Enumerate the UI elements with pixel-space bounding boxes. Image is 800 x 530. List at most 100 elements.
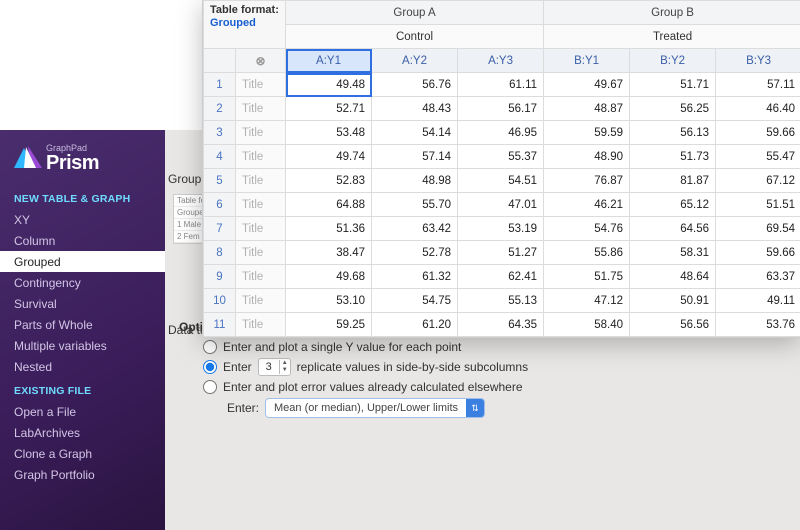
row-number[interactable]: 11: [204, 313, 236, 337]
group-name-a[interactable]: Control: [286, 25, 544, 49]
clear-row-icon[interactable]: ⊗: [236, 49, 286, 73]
row-title[interactable]: Title: [236, 289, 286, 313]
row-number[interactable]: 9: [204, 265, 236, 289]
data-cell[interactable]: 54.76: [544, 217, 630, 241]
data-cell[interactable]: 56.76: [372, 73, 458, 97]
data-cell[interactable]: 55.70: [372, 193, 458, 217]
row-number[interactable]: 8: [204, 241, 236, 265]
radio-error-values[interactable]: [203, 380, 217, 394]
data-cell[interactable]: 56.25: [630, 97, 716, 121]
data-cell[interactable]: 48.87: [544, 97, 630, 121]
data-cell[interactable]: 55.37: [458, 145, 544, 169]
option-replicates[interactable]: Enter 3 ▲▼ replicate values in side-by-s…: [203, 358, 786, 376]
nav-item-nested[interactable]: Nested: [0, 356, 165, 377]
row-title[interactable]: Title: [236, 169, 286, 193]
radio-replicates[interactable]: [203, 360, 217, 374]
data-cell[interactable]: 56.56: [630, 313, 716, 337]
row-title[interactable]: Title: [236, 313, 286, 337]
row-number[interactable]: 1: [204, 73, 236, 97]
data-cell[interactable]: 51.27: [458, 241, 544, 265]
data-cell[interactable]: 81.87: [630, 169, 716, 193]
row-title[interactable]: Title: [236, 73, 286, 97]
row-number[interactable]: 3: [204, 121, 236, 145]
data-cell[interactable]: 49.67: [544, 73, 630, 97]
row-title[interactable]: Title: [236, 241, 286, 265]
data-cell[interactable]: 49.74: [286, 145, 372, 169]
data-cell[interactable]: 59.66: [716, 241, 800, 265]
data-cell[interactable]: 49.68: [286, 265, 372, 289]
nav-item-survival[interactable]: Survival: [0, 293, 165, 314]
data-cell[interactable]: 56.13: [630, 121, 716, 145]
radio-single-y[interactable]: [203, 340, 217, 354]
combo-arrows-icon[interactable]: ⇅: [466, 399, 484, 417]
data-cell[interactable]: 62.41: [458, 265, 544, 289]
column-header-b-y1[interactable]: B:Y1: [544, 49, 630, 73]
data-cell[interactable]: 59.66: [716, 121, 800, 145]
row-number[interactable]: 10: [204, 289, 236, 313]
data-cell[interactable]: 69.54: [716, 217, 800, 241]
data-cell[interactable]: 61.20: [372, 313, 458, 337]
data-cell[interactable]: 51.75: [544, 265, 630, 289]
row-number[interactable]: 5: [204, 169, 236, 193]
data-cell[interactable]: 57.14: [372, 145, 458, 169]
column-header-b-y2[interactable]: B:Y2: [630, 49, 716, 73]
data-cell[interactable]: 61.11: [458, 73, 544, 97]
data-cell[interactable]: 63.42: [372, 217, 458, 241]
data-cell[interactable]: 59.25: [286, 313, 372, 337]
data-cell[interactable]: 65.12: [630, 193, 716, 217]
row-title[interactable]: Title: [236, 217, 286, 241]
stepper-arrows-icon[interactable]: ▲▼: [279, 360, 290, 374]
data-cell[interactable]: 56.17: [458, 97, 544, 121]
data-cell[interactable]: 55.13: [458, 289, 544, 313]
group-name-b[interactable]: Treated: [544, 25, 800, 49]
data-cell[interactable]: 48.64: [630, 265, 716, 289]
data-cell[interactable]: 67.12: [716, 169, 800, 193]
data-cell[interactable]: 64.88: [286, 193, 372, 217]
data-cell[interactable]: 51.73: [630, 145, 716, 169]
data-cell[interactable]: 50.91: [630, 289, 716, 313]
row-number[interactable]: 4: [204, 145, 236, 169]
row-title[interactable]: Title: [236, 265, 286, 289]
row-title[interactable]: Title: [236, 145, 286, 169]
data-cell[interactable]: 52.71: [286, 97, 372, 121]
table-format-link[interactable]: Grouped: [210, 17, 256, 29]
row-number[interactable]: 6: [204, 193, 236, 217]
data-cell[interactable]: 64.56: [630, 217, 716, 241]
data-cell[interactable]: 46.40: [716, 97, 800, 121]
data-cell[interactable]: 61.32: [372, 265, 458, 289]
data-cell[interactable]: 58.31: [630, 241, 716, 265]
data-cell[interactable]: 58.40: [544, 313, 630, 337]
option-error-values[interactable]: Enter and plot error values already calc…: [203, 380, 786, 394]
data-cell[interactable]: 76.87: [544, 169, 630, 193]
nav-item-xy[interactable]: XY: [0, 209, 165, 230]
group-header-b[interactable]: Group B: [544, 1, 800, 25]
data-cell[interactable]: 55.47: [716, 145, 800, 169]
nav-item-multiple-variables[interactable]: Multiple variables: [0, 335, 165, 356]
row-title[interactable]: Title: [236, 193, 286, 217]
data-cell[interactable]: 53.48: [286, 121, 372, 145]
nav-item-contingency[interactable]: Contingency: [0, 272, 165, 293]
data-cell[interactable]: 48.90: [544, 145, 630, 169]
data-cell[interactable]: 49.48: [286, 73, 372, 97]
nav-item-parts-of-whole[interactable]: Parts of Whole: [0, 314, 165, 335]
data-cell[interactable]: 51.36: [286, 217, 372, 241]
column-header-a-y3[interactable]: A:Y3: [458, 49, 544, 73]
data-cell[interactable]: 59.59: [544, 121, 630, 145]
data-cell[interactable]: 54.14: [372, 121, 458, 145]
enter-combo[interactable]: Mean (or median), Upper/Lower limits ⇅: [265, 398, 485, 418]
data-cell[interactable]: 54.51: [458, 169, 544, 193]
replicate-count-stepper[interactable]: 3 ▲▼: [258, 358, 291, 376]
column-header-a-y2[interactable]: A:Y2: [372, 49, 458, 73]
group-header-a[interactable]: Group A: [286, 1, 544, 25]
row-title[interactable]: Title: [236, 121, 286, 145]
data-cell[interactable]: 54.75: [372, 289, 458, 313]
data-cell[interactable]: 46.95: [458, 121, 544, 145]
row-number[interactable]: 2: [204, 97, 236, 121]
data-cell[interactable]: 47.12: [544, 289, 630, 313]
data-cell[interactable]: 48.98: [372, 169, 458, 193]
data-cell[interactable]: 53.76: [716, 313, 800, 337]
column-header-b-y3[interactable]: B:Y3: [716, 49, 800, 73]
data-cell[interactable]: 46.21: [544, 193, 630, 217]
nav-item-column[interactable]: Column: [0, 230, 165, 251]
data-cell[interactable]: 49.11: [716, 289, 800, 313]
